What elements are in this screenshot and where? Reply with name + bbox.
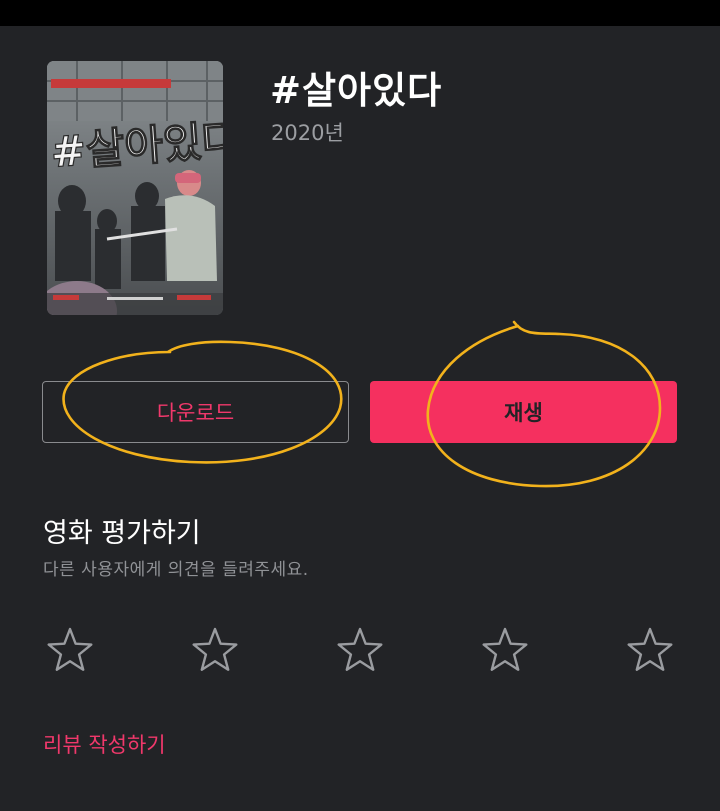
- star-outline-icon: [47, 627, 93, 671]
- play-button[interactable]: 재생: [370, 381, 677, 443]
- release-year: 2020년: [271, 121, 344, 145]
- star-outline-icon: [192, 627, 238, 671]
- star-outline-icon: [627, 627, 673, 671]
- rating-section-subtitle: 다른 사용자에게 의견을 들려주세요.: [43, 560, 309, 580]
- star-rating-2[interactable]: [189, 625, 241, 677]
- movie-title: #살아있다: [270, 69, 443, 112]
- write-review-link[interactable]: 리뷰 작성하기: [43, 729, 166, 759]
- star-outline-icon: [337, 627, 383, 671]
- rating-section-title: 영화 평가하기: [43, 518, 201, 549]
- poster-image: #살아있다: [47, 61, 223, 315]
- star-rating-1[interactable]: [44, 625, 96, 677]
- star-rating-3[interactable]: [334, 625, 386, 677]
- download-button-label: 다운로드: [156, 401, 235, 425]
- star-outline-icon: [482, 627, 528, 671]
- star-rating: [0, 625, 720, 679]
- movie-poster: #살아있다: [47, 61, 223, 315]
- status-bar: [0, 0, 720, 26]
- star-rating-4[interactable]: [479, 625, 531, 677]
- star-rating-5[interactable]: [624, 625, 676, 677]
- play-button-label: 재생: [504, 401, 543, 425]
- download-button[interactable]: 다운로드: [42, 381, 349, 443]
